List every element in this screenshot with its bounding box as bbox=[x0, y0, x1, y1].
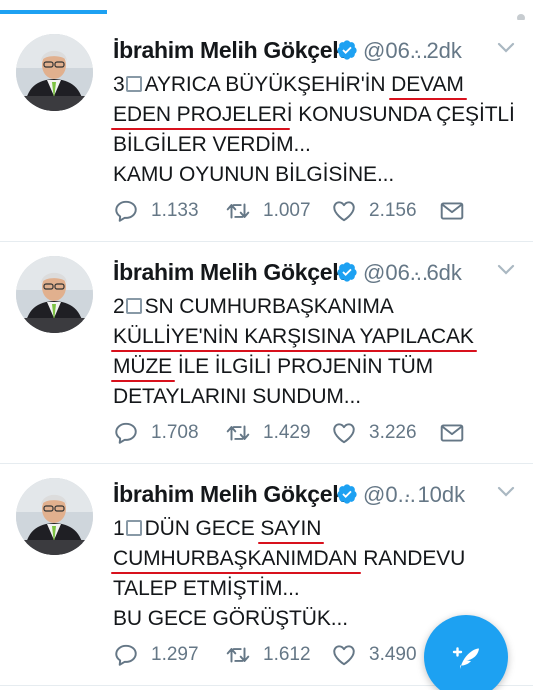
envelope-icon bbox=[440, 202, 464, 220]
like-button[interactable]: 2.156 bbox=[331, 196, 417, 226]
checkbox-glyph-icon bbox=[125, 298, 142, 314]
checkbox-glyph-icon bbox=[125, 520, 142, 536]
reply-icon bbox=[115, 422, 137, 444]
retweet-button[interactable]: 1.612 bbox=[225, 640, 311, 670]
retweet-button[interactable]: 1.007 bbox=[225, 196, 311, 226]
retweet-button[interactable]: 1.429 bbox=[225, 418, 311, 448]
tweet-text-line: BİLGİLER VERDİM... bbox=[113, 130, 523, 160]
text-segment: 3 bbox=[113, 73, 125, 96]
verified-badge-icon bbox=[337, 262, 357, 282]
text-segment: İLE İLGİLİ PROJENİN TÜM bbox=[172, 355, 434, 378]
reply-count: 1.133 bbox=[151, 200, 199, 221]
reply-icon bbox=[115, 644, 137, 666]
text-segment: BİLGİLER VERDİM... bbox=[113, 133, 311, 156]
tweet-text: 3 AYRICA BÜYÜKŞEHİR'İN DEVAM EDEN PROJELER… bbox=[113, 70, 523, 190]
timeline-feed: İbrahim Melih Gökçek @06... · 2dk 3 AYRIC… bbox=[0, 20, 533, 686]
reply-icon bbox=[115, 200, 137, 222]
tweet-text-line: EDEN PROJELERİ KONUSUNDA ÇEŞİTLİ bbox=[113, 100, 523, 130]
retweet-icon bbox=[226, 203, 250, 219]
verified-badge-icon bbox=[337, 40, 357, 60]
reply-count: 1.708 bbox=[151, 422, 199, 443]
compose-tweet-icon bbox=[452, 647, 479, 669]
text-segment: AYRICA BÜYÜKŞEHİR'İN bbox=[144, 73, 392, 96]
tweet-header: İbrahim Melih Gökçek @0... · 10dk bbox=[113, 481, 523, 515]
reply-button[interactable]: 1.133 bbox=[113, 196, 199, 226]
text-segment: BU GECE GÖRÜŞTÜK... bbox=[113, 607, 348, 630]
tweet[interactable]: İbrahim Melih Gökçek @06... · 2dk 3 AYRIC… bbox=[0, 20, 533, 242]
tweet-header: İbrahim Melih Gökçek @06... · 6dk bbox=[113, 259, 523, 293]
like-count: 3.226 bbox=[369, 422, 417, 443]
checkbox-glyph-icon bbox=[125, 76, 142, 92]
tweet-time: · 2dk bbox=[413, 38, 462, 63]
text-segment: 1 bbox=[113, 517, 125, 540]
tweet-text-line: KAMU OYUNUN BİLGİSİNE... bbox=[113, 160, 523, 190]
text-segment: DÜN GECE bbox=[144, 517, 261, 540]
retweet-count: 1.429 bbox=[263, 422, 311, 443]
underlined-text: MÜZE bbox=[113, 355, 173, 378]
text-segment: İ KONUSUNDA ÇEŞİTLİ bbox=[286, 103, 515, 126]
text-segment: TALEP ETMİŞTİM... bbox=[113, 577, 300, 600]
tab-indicator bbox=[0, 0, 533, 22]
text-segment: 2 bbox=[113, 295, 125, 318]
avatar[interactable] bbox=[16, 34, 93, 111]
heart-icon bbox=[333, 423, 355, 444]
like-button[interactable]: 3.490 bbox=[331, 640, 417, 670]
tweet-text-line: 3 AYRICA BÜYÜKŞEHİR'İN DEVAM bbox=[113, 70, 523, 100]
profile-photo bbox=[16, 256, 93, 333]
chevron-down-icon[interactable] bbox=[496, 263, 516, 277]
tweet-text-line: MÜZE İLE İLGİLİ PROJENİN TÜM bbox=[113, 352, 523, 382]
heart-icon bbox=[333, 201, 355, 222]
tweet[interactable]: İbrahim Melih Gökçek @06... · 6dk 2 SN CU… bbox=[0, 242, 533, 464]
retweet-count: 1.612 bbox=[263, 644, 311, 665]
share-via-message-button[interactable] bbox=[439, 196, 465, 226]
profile-photo bbox=[16, 478, 93, 555]
retweet-icon bbox=[226, 647, 250, 663]
like-count: 3.490 bbox=[369, 644, 417, 665]
active-tab-indicator bbox=[0, 10, 107, 14]
avatar[interactable] bbox=[16, 478, 93, 555]
tweet-text-line: KÜLLİYE'NİN KARŞISINA YAPILACAK bbox=[113, 322, 523, 352]
reply-button[interactable]: 1.297 bbox=[113, 640, 199, 670]
text-segment: SN CUMHURBAŞKANIMA bbox=[144, 295, 394, 318]
verified-badge-icon bbox=[337, 484, 357, 504]
heart-icon bbox=[333, 645, 355, 666]
text-segment: DETAYLARINI SUNDUM... bbox=[113, 385, 361, 408]
tweet-actions: 1.708 1.429 3.226 bbox=[113, 418, 523, 448]
chevron-down-icon[interactable] bbox=[496, 41, 516, 55]
profile-photo bbox=[16, 34, 93, 111]
tweet-text-line: CUMHURBAŞKANIMDAN RANDEVU bbox=[113, 544, 523, 574]
retweet-icon bbox=[226, 425, 250, 441]
author-name[interactable]: İbrahim Melih Gökçek bbox=[113, 259, 345, 286]
author-name[interactable]: İbrahim Melih Gökçek bbox=[113, 481, 345, 508]
like-count: 2.156 bbox=[369, 200, 417, 221]
text-segment: KAMU OYUNUN BİLGİSİNE... bbox=[113, 163, 395, 186]
underlined-text: EDEN PROJELER bbox=[113, 103, 287, 126]
underlined-text: KÜLLİYE'NİN KARŞISINA YAPILACAK bbox=[113, 325, 474, 348]
reply-button[interactable]: 1.708 bbox=[113, 418, 199, 448]
tweet-time: · 10dk bbox=[404, 482, 466, 507]
tweet-text-line: TALEP ETMİŞTİM... bbox=[113, 574, 523, 604]
underlined-text: SAYIN bbox=[260, 517, 322, 540]
share-via-message-button[interactable] bbox=[439, 418, 465, 448]
text-segment: RANDEVU bbox=[357, 547, 466, 570]
compose-tweet-button[interactable] bbox=[424, 615, 508, 690]
tweet-text-line: DETAYLARINI SUNDUM... bbox=[113, 382, 523, 412]
tweet-text-line: 2 SN CUMHURBAŞKANIMA bbox=[113, 292, 523, 322]
avatar[interactable] bbox=[16, 256, 93, 333]
reply-count: 1.297 bbox=[151, 644, 199, 665]
underlined-text: CUMHURBAŞKANIMDAN bbox=[113, 547, 358, 570]
tweet-actions: 1.133 1.007 2.156 bbox=[113, 196, 523, 226]
like-button[interactable]: 3.226 bbox=[331, 418, 417, 448]
tweet-text-line: 1 DÜN GECE SAYIN bbox=[113, 514, 523, 544]
tweet-time: · 6dk bbox=[413, 260, 462, 285]
tweet-text: 2 SN CUMHURBAŞKANIMA KÜLLİYE'NİN KARŞISINA… bbox=[113, 292, 523, 412]
tweet-header: İbrahim Melih Gökçek @06... · 2dk bbox=[113, 37, 523, 71]
retweet-count: 1.007 bbox=[263, 200, 311, 221]
envelope-icon bbox=[440, 424, 464, 442]
chevron-down-icon[interactable] bbox=[496, 485, 516, 499]
author-name[interactable]: İbrahim Melih Gökçek bbox=[113, 37, 345, 64]
underlined-text: DEVAM bbox=[391, 73, 464, 96]
